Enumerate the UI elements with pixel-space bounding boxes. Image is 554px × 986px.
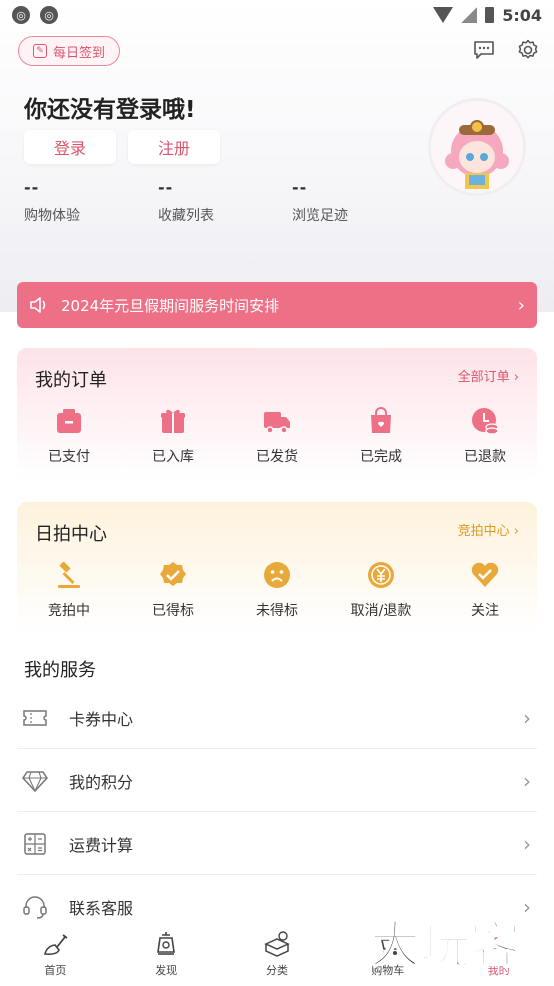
auction-status-lost[interactable]: 未得标 xyxy=(225,560,329,620)
order-status-completed[interactable]: 已完成 xyxy=(329,406,433,466)
service-label: 卡券中心 xyxy=(69,709,134,729)
wallet-icon xyxy=(57,409,81,433)
login-button[interactable]: 登录 xyxy=(24,130,116,164)
all-orders-link[interactable]: 全部订单 › xyxy=(458,366,519,385)
auction-status-label: 取消/退款 xyxy=(350,603,412,619)
truck-icon xyxy=(264,412,290,434)
check-badge-icon xyxy=(160,562,186,586)
stat-favorites[interactable]: -- 收藏列表 xyxy=(158,178,214,225)
app-notification-icon: ◎ xyxy=(40,6,58,24)
chevron-right-icon: › xyxy=(517,294,525,316)
edit-icon: ✎ xyxy=(32,44,47,58)
stat-browsing-history[interactable]: -- 浏览足迹 xyxy=(292,178,348,225)
shovel-home-icon xyxy=(44,934,68,955)
auction-center-card: 日拍中心 竞拍中心 › 竞拍中 已得标 未得标 取消/退款 关注 xyxy=(17,502,537,634)
tab-label: 分类 xyxy=(265,964,288,977)
chevron-right-icon: › xyxy=(523,768,531,793)
tab-label: 首页 xyxy=(44,964,67,977)
order-status-paid[interactable]: 已支付 xyxy=(17,406,121,466)
login-prompt-title: 你还没有登录哦! xyxy=(24,97,196,123)
checkin-label: 每日签到 xyxy=(52,45,105,61)
auction-status-following[interactable]: 关注 xyxy=(433,560,537,620)
yen-refund-icon xyxy=(368,562,394,588)
wifi-icon xyxy=(433,7,454,23)
avatar[interactable] xyxy=(428,98,526,196)
service-label: 运费计算 xyxy=(69,835,134,855)
tab-category[interactable]: 分类 xyxy=(222,926,333,986)
speaker-icon xyxy=(30,297,46,313)
order-status-stored[interactable]: 已入库 xyxy=(121,406,225,466)
message-icon[interactable] xyxy=(472,38,496,62)
stat-shopping-experience[interactable]: -- 购物体验 xyxy=(24,178,80,225)
boxes-icon xyxy=(264,931,290,957)
watermark-text: 大玩客 xyxy=(370,916,520,974)
stat-label: 购物体验 xyxy=(24,208,80,224)
gavel-icon xyxy=(58,561,80,588)
refund-coins-icon xyxy=(472,408,499,435)
order-status-label: 已完成 xyxy=(360,449,402,465)
stat-label: 浏览足迹 xyxy=(292,208,348,224)
service-label: 我的积分 xyxy=(69,772,134,792)
service-coupon-center[interactable]: 卡券中心 › xyxy=(17,687,537,749)
tab-discover[interactable]: 发现 xyxy=(111,926,222,986)
order-status-label: 已入库 xyxy=(152,449,194,465)
headset-icon xyxy=(21,893,49,921)
stat-value: -- xyxy=(158,178,174,197)
register-button[interactable]: 注册 xyxy=(128,130,220,164)
ticket-icon xyxy=(21,704,49,732)
card-title: 我的订单 xyxy=(35,370,107,391)
chevron-right-icon: › xyxy=(523,831,531,856)
order-status-label: 已发货 xyxy=(256,449,298,465)
heart-check-icon xyxy=(471,562,499,587)
shopping-bag-icon xyxy=(371,407,391,433)
status-bar: ◎ ◎ 5:04 xyxy=(0,0,554,30)
services-section-title: 我的服务 xyxy=(24,660,96,681)
sad-face-icon xyxy=(264,562,290,588)
announcement-text: 2024年元旦假期间服务时间安排 xyxy=(61,296,280,315)
lantern-icon xyxy=(157,932,176,955)
battery-icon xyxy=(485,7,495,23)
order-status-shipped[interactable]: 已发货 xyxy=(225,406,329,466)
gear-icon[interactable] xyxy=(516,38,540,62)
order-status-refunded[interactable]: 已退款 xyxy=(433,406,537,466)
status-time: 5:04 xyxy=(502,5,542,25)
auction-center-link[interactable]: 竞拍中心 › xyxy=(458,520,519,539)
my-orders-card: 我的订单 全部订单 › 已支付 已入库 已发货 已完成 已退款 xyxy=(17,348,537,480)
auction-status-label: 未得标 xyxy=(256,603,298,619)
chevron-right-icon: › xyxy=(523,705,531,730)
calculator-icon xyxy=(21,830,49,858)
auction-status-label: 竞拍中 xyxy=(48,603,90,619)
service-label: 联系客服 xyxy=(69,899,134,918)
tab-label: 发现 xyxy=(155,964,178,977)
header-actions xyxy=(472,38,540,62)
service-shipping-calculator[interactable]: 运费计算 › xyxy=(17,813,537,875)
tab-home[interactable]: 首页 xyxy=(0,926,111,986)
auction-status-label: 关注 xyxy=(471,603,499,619)
signal-icon xyxy=(461,7,478,23)
daily-checkin-button[interactable]: ✎ 每日签到 xyxy=(18,36,120,66)
app-notification-icon: ◎ xyxy=(12,6,30,24)
announcement-banner[interactable]: 2024年元旦假期间服务时间安排 › xyxy=(17,282,537,328)
auction-status-cancelled[interactable]: 取消/退款 xyxy=(329,560,433,620)
order-status-label: 已退款 xyxy=(464,449,506,465)
watermark-logo: 大玩客 xyxy=(366,902,554,986)
order-status-label: 已支付 xyxy=(48,449,90,465)
auction-status-bidding[interactable]: 竞拍中 xyxy=(17,560,121,620)
stat-value: -- xyxy=(24,178,40,197)
diamond-icon xyxy=(21,767,49,795)
auction-status-won[interactable]: 已得标 xyxy=(121,560,225,620)
service-my-points[interactable]: 我的积分 › xyxy=(17,750,537,812)
stat-label: 收藏列表 xyxy=(158,208,214,224)
auction-status-label: 已得标 xyxy=(152,603,194,619)
stat-value: -- xyxy=(292,178,308,197)
card-title: 日拍中心 xyxy=(35,524,107,545)
gift-box-icon xyxy=(161,409,185,433)
